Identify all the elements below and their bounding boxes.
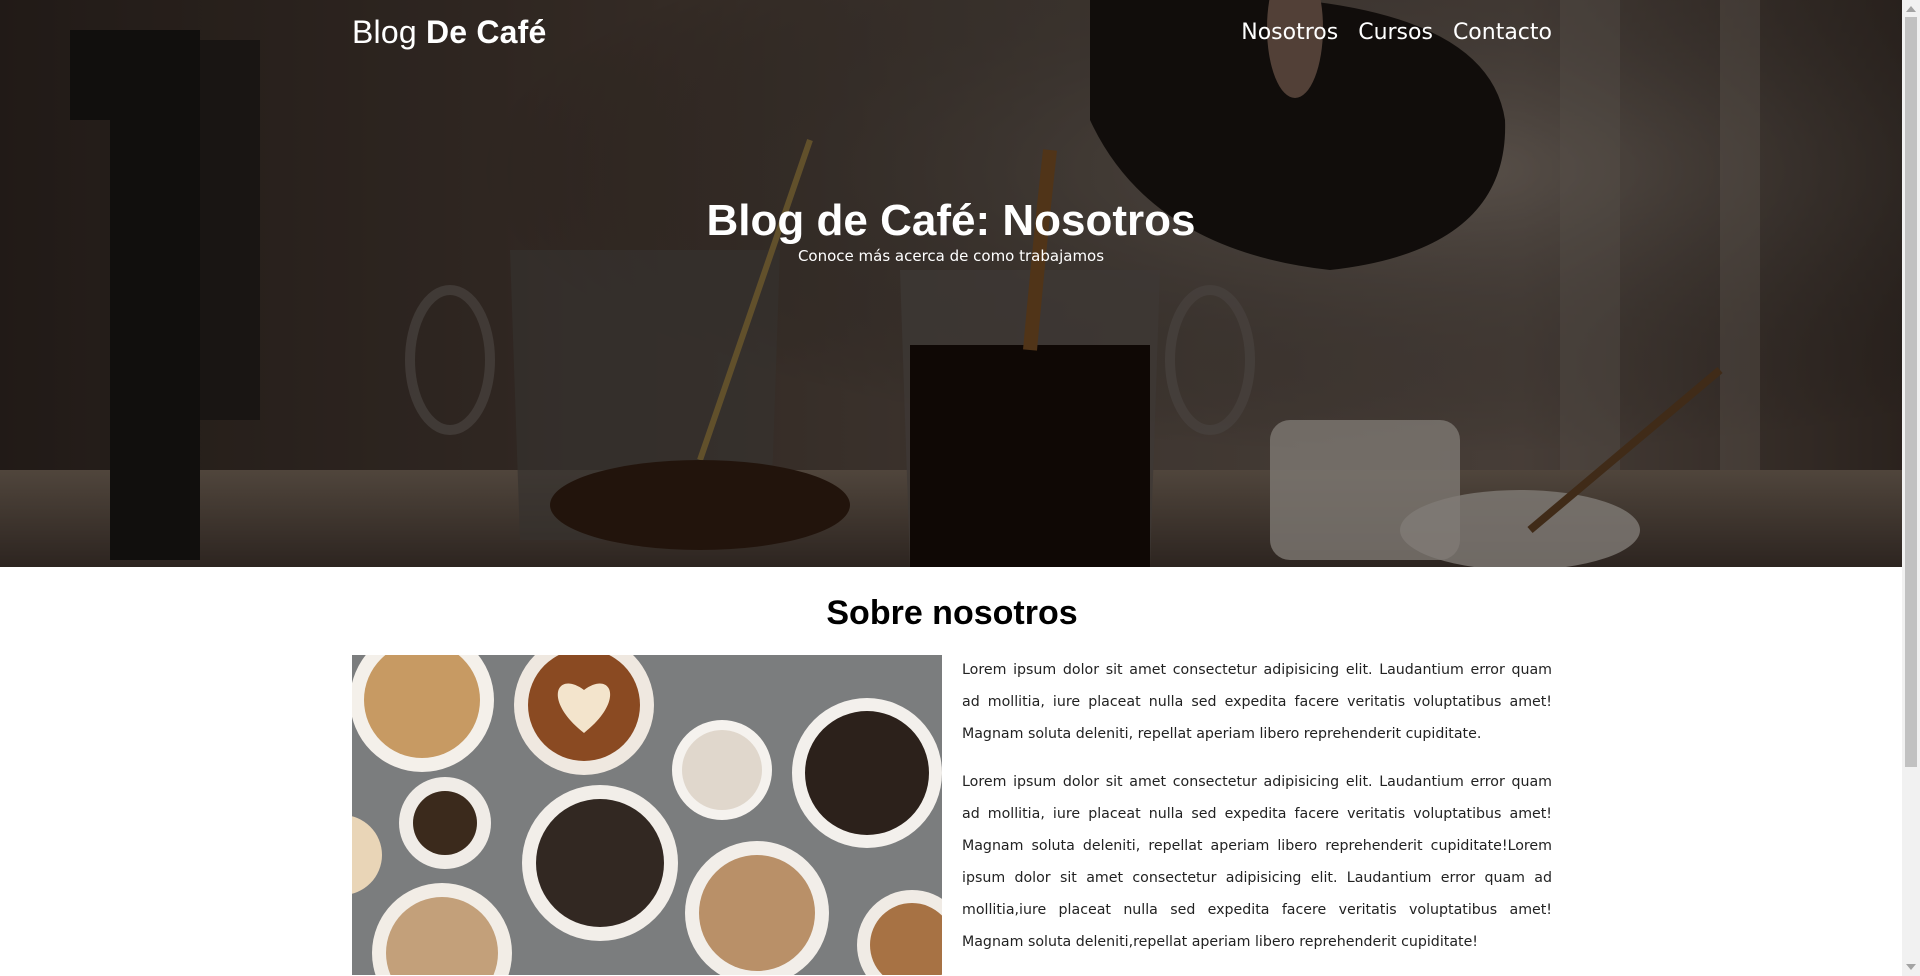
nav-link-nosotros[interactable]: Nosotros [1241,20,1338,45]
nav-links: Nosotros Cursos Contacto [1241,20,1552,45]
about-text: Lorem ipsum dolor sit amet consectetur a… [962,655,1552,975]
nav-link-cursos[interactable]: Cursos [1358,20,1433,45]
scrollbar-thumb[interactable] [1905,17,1917,767]
logo-bold-text: De Café [425,13,547,50]
scroll-down-icon[interactable] [1906,964,1916,970]
scroll-up-icon[interactable] [1906,6,1916,12]
hero-text: Blog de Café: Nosotros Conoce más acerca… [0,195,1902,265]
hero-section: Blog De Café Nosotros Cursos Contacto Bl… [0,0,1902,567]
cup-white-foam [672,720,772,820]
site-logo[interactable]: Blog De Café [352,14,547,51]
logo-regular-text: Blog [352,13,426,50]
coffee-cups-image [352,655,942,975]
hero-title: Blog de Café: Nosotros [706,196,1196,245]
about-content: Lorem ipsum dolor sit amet consectetur a… [352,655,1552,975]
cup-black-coffee [792,698,942,848]
page-scrollbar[interactable] [1902,0,1920,976]
about-section: Sobre nosotros Lorem ipsum dolor sit ame… [352,567,1552,975]
about-paragraph: Lorem ipsum dolor sit amet consectetur a… [962,774,1552,950]
top-navigation: Blog De Café Nosotros Cursos Contacto [352,0,1552,64]
hero-overlay [0,0,1902,567]
hero-subtitle: Conoce más acerca de como trabajamos [797,247,1105,265]
nav-link-contacto[interactable]: Contacto [1453,20,1552,45]
about-paragraph: Lorem ipsum dolor sit amet consectetur a… [962,662,1552,742]
cup-espresso [399,777,491,869]
section-title: Sobre nosotros [826,594,1078,632]
cup-americano [522,785,678,941]
